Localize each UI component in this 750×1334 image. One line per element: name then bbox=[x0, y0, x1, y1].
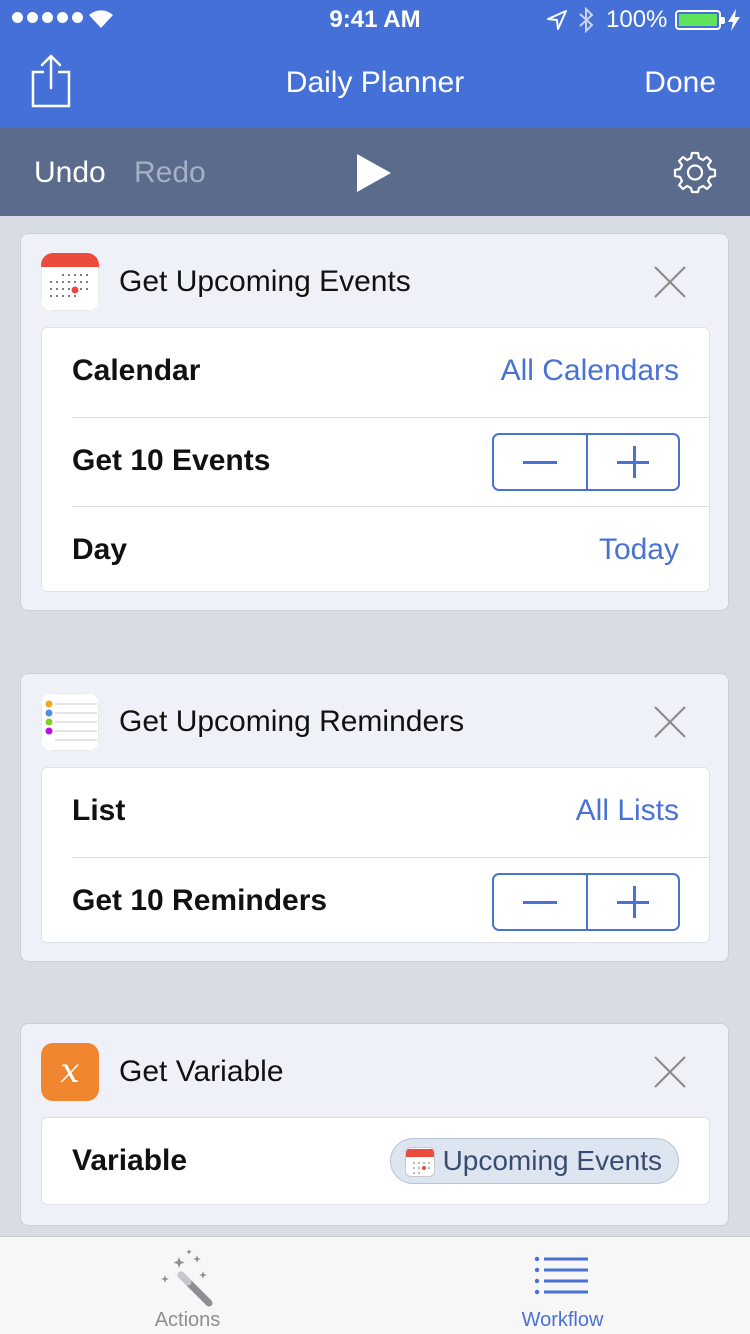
parameter-label: Day bbox=[72, 533, 128, 566]
event-count-stepper bbox=[492, 433, 680, 491]
increment-button[interactable] bbox=[586, 435, 678, 489]
done-button[interactable]: Done bbox=[644, 66, 716, 100]
undo-button[interactable]: Undo bbox=[34, 156, 106, 190]
play-icon[interactable] bbox=[355, 152, 393, 194]
tab-label: Actions bbox=[154, 1309, 221, 1331]
action-header: Get Upcoming Reminders bbox=[21, 674, 728, 768]
variable-icon: x bbox=[41, 1043, 99, 1101]
calendar-value[interactable]: All Calendars bbox=[501, 354, 679, 388]
action-title: Get Upcoming Reminders bbox=[119, 705, 465, 738]
list-value[interactable]: All Lists bbox=[576, 794, 679, 828]
parameter-label: Get 10 Events bbox=[72, 444, 271, 477]
variable-token[interactable]: Upcoming Events bbox=[389, 1138, 679, 1184]
parameter-label: Calendar bbox=[72, 354, 201, 387]
bluetooth-icon bbox=[579, 7, 594, 33]
action-parameters: Calendar All Calendars Get 10 Events Day… bbox=[41, 327, 710, 592]
increment-button[interactable] bbox=[586, 875, 678, 929]
action-title: Get Upcoming Events bbox=[119, 265, 411, 298]
tab-workflow[interactable]: Workflow bbox=[375, 1237, 750, 1334]
editor-toolbar: Undo Redo bbox=[0, 128, 750, 216]
reminder-count-stepper bbox=[492, 873, 680, 931]
top-bar: 9:41 AM 100% Daily Planner Done bbox=[0, 0, 750, 128]
calendar-mini-icon bbox=[404, 1147, 435, 1177]
reminders-app-icon bbox=[41, 693, 99, 751]
decrement-button[interactable] bbox=[494, 875, 586, 929]
action-title: Get Variable bbox=[119, 1055, 284, 1088]
redo-button[interactable]: Redo bbox=[134, 156, 206, 190]
battery-icon bbox=[675, 10, 725, 30]
status-bar: 9:41 AM 100% bbox=[0, 0, 750, 40]
parameter-row-event-count: Get 10 Events bbox=[72, 417, 709, 506]
parameter-row-day[interactable]: Day Today bbox=[72, 506, 709, 595]
close-icon[interactable] bbox=[653, 265, 687, 299]
action-header: Get Upcoming Events bbox=[21, 234, 728, 328]
tab-actions[interactable]: Actions bbox=[0, 1237, 375, 1334]
action-header: x Get Variable bbox=[21, 1024, 728, 1118]
parameter-label: Variable bbox=[72, 1144, 188, 1177]
action-card-upcoming-reminders[interactable]: Get Upcoming Reminders List All Lists Ge… bbox=[20, 673, 729, 962]
location-icon bbox=[547, 10, 567, 30]
close-icon[interactable] bbox=[653, 1055, 687, 1089]
action-card-upcoming-events[interactable]: Get Upcoming Events Calendar All Calenda… bbox=[20, 233, 729, 611]
close-icon[interactable] bbox=[653, 705, 687, 739]
magic-wand-icon bbox=[161, 1249, 213, 1307]
parameter-row-calendar[interactable]: Calendar All Calendars bbox=[42, 328, 709, 417]
charging-icon bbox=[728, 9, 740, 31]
action-parameters: Variable Upcoming Events bbox=[41, 1117, 710, 1205]
day-value[interactable]: Today bbox=[599, 533, 679, 567]
list-icon bbox=[534, 1256, 588, 1295]
tab-label: Workflow bbox=[521, 1309, 604, 1331]
action-parameters: List All Lists Get 10 Reminders bbox=[41, 767, 710, 943]
parameter-row-variable[interactable]: Variable Upcoming Events bbox=[42, 1118, 709, 1207]
parameter-label: Get 10 Reminders bbox=[72, 884, 328, 917]
parameter-row-list[interactable]: List All Lists bbox=[42, 768, 709, 857]
gear-icon[interactable] bbox=[673, 150, 717, 194]
page-title: Daily Planner bbox=[285, 66, 465, 99]
decrement-button[interactable] bbox=[494, 435, 586, 489]
tab-bar: Actions Workflow bbox=[0, 1236, 750, 1334]
variable-icon-glyph: x bbox=[60, 1051, 80, 1091]
battery-percent: 100% bbox=[606, 6, 668, 33]
parameter-label: List bbox=[72, 794, 126, 827]
parameter-row-reminder-count: Get 10 Reminders bbox=[72, 857, 709, 946]
action-card-get-variable[interactable]: x Get Variable Variable Upcoming Events bbox=[20, 1023, 729, 1226]
variable-token-label: Upcoming Events bbox=[442, 1145, 662, 1176]
calendar-app-icon bbox=[41, 253, 99, 311]
